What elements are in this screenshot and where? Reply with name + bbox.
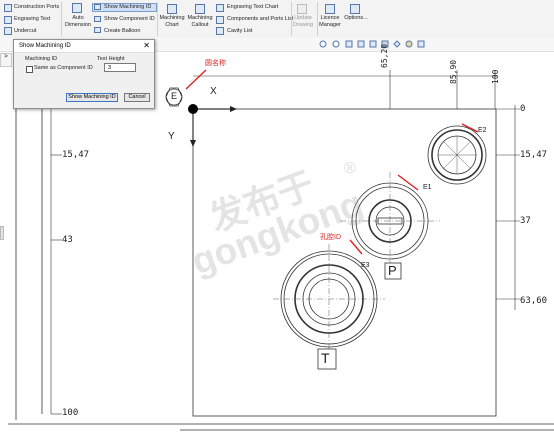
show-component-id-button[interactable]: Show Component ID xyxy=(104,16,155,23)
licence-manager-label-1[interactable]: Licence xyxy=(318,15,342,22)
panel-expand-tab[interactable]: > xyxy=(0,53,12,67)
x-axis-label: X xyxy=(210,86,217,97)
port-letter: P xyxy=(388,263,397,278)
panel-resize-handle[interactable] xyxy=(0,226,4,240)
create-balloon-icon xyxy=(94,27,101,33)
machining-chart-label-1[interactable]: Machining xyxy=(158,15,186,22)
close-icon[interactable]: ✕ xyxy=(143,41,150,50)
left-dim-label: 15,47 xyxy=(62,150,90,160)
previous-view-icon[interactable] xyxy=(345,40,353,48)
update-drawing-label-1: Update xyxy=(294,15,312,21)
round-name-annotation: 圆名称 xyxy=(205,60,226,67)
engraving-text-icon xyxy=(4,16,12,24)
origin-point xyxy=(188,104,198,114)
text-height-input[interactable]: 3 xyxy=(104,63,136,72)
machining-chart-icon xyxy=(167,4,177,14)
appearance-icon[interactable] xyxy=(405,40,413,48)
show-machining-id-button[interactable]: Show Machining ID xyxy=(66,93,118,102)
top-dim-label: 100 xyxy=(491,69,500,84)
datum-label: E xyxy=(171,91,178,101)
show-machining-id-button[interactable]: Show Machining ID xyxy=(104,4,151,11)
machining-callout-icon xyxy=(195,4,205,14)
undercut-button[interactable]: Undercut xyxy=(14,28,36,35)
cavity-list-button[interactable]: Cavity List xyxy=(227,28,252,35)
right-dim-label: 63,60 xyxy=(520,296,548,306)
right-dim-label: 37 xyxy=(520,216,531,226)
hole-e3[interactable] xyxy=(273,244,385,350)
machining-callout-label-1[interactable]: Machining xyxy=(186,15,214,22)
y-axis-label: Y xyxy=(168,131,175,142)
view-orientation-icon[interactable] xyxy=(369,40,377,48)
auto-dimension-icon xyxy=(72,3,82,13)
hide-show-icon[interactable] xyxy=(393,40,401,48)
right-dim-label: 15,47 xyxy=(520,150,548,160)
hole-e2[interactable] xyxy=(427,125,487,185)
y-axis-arrow xyxy=(190,140,196,147)
hole-id-label: E3 xyxy=(361,262,370,269)
machining-chart-label-2[interactable]: Chart xyxy=(158,22,186,29)
port-letter: T xyxy=(321,350,330,366)
x-axis-arrow xyxy=(230,106,237,112)
same-as-component-checkbox[interactable] xyxy=(26,66,33,73)
undercut-icon xyxy=(4,27,12,35)
show-machining-id-icon xyxy=(94,4,101,10)
scene-icon[interactable] xyxy=(417,40,425,48)
engraving-text-chart-icon xyxy=(216,4,224,12)
dialog-titlebar[interactable]: Show Machining ID ✕ xyxy=(14,40,154,53)
top-dim-label: 85,90 xyxy=(449,59,458,84)
components-ports-list-button[interactable]: Components and Ports List xyxy=(227,16,293,23)
engraving-text-button[interactable]: Engraving Text xyxy=(14,16,50,23)
section-view-icon[interactable] xyxy=(357,40,365,48)
construction-ports-icon xyxy=(4,4,12,12)
licence-manager-label-2[interactable]: Manager xyxy=(318,22,342,29)
top-dim-label: 65,20 xyxy=(380,43,389,68)
create-balloon-button[interactable]: Create Balloon xyxy=(104,28,140,35)
auto-dimension-label-1[interactable]: Auto xyxy=(64,15,92,22)
annotation-arrow xyxy=(185,69,207,90)
construction-ports-button[interactable]: Construction Ports xyxy=(14,4,59,11)
ribbon-toolbar: Construction Ports Engraving Text Underc… xyxy=(0,0,554,39)
engraving-text-chart-button[interactable]: Engraving Text Chart xyxy=(227,4,278,11)
zoom-to-fit-icon[interactable] xyxy=(319,40,327,48)
cavity-list-icon xyxy=(216,27,224,35)
machining-callout-label-2[interactable]: Callout xyxy=(186,22,214,29)
text-height-label: Text Height xyxy=(97,56,125,62)
licence-manager-icon xyxy=(325,4,335,14)
update-drawing-icon xyxy=(297,4,307,14)
update-drawing-label-2: Drawing xyxy=(292,22,314,28)
ribbon-separator xyxy=(61,2,62,36)
annotation-arrow xyxy=(349,239,363,255)
hole-id-label: E1 xyxy=(423,184,432,191)
right-dim-label: 0 xyxy=(520,104,526,114)
hole-id-label: E2 xyxy=(478,127,487,134)
cancel-button[interactable]: Cancel xyxy=(124,93,150,102)
machining-id-label: Machining ID xyxy=(25,56,58,62)
watermark-mark: ® xyxy=(344,160,356,177)
dialog-title: Show Machining ID xyxy=(19,43,71,49)
options-button[interactable]: Options... xyxy=(342,15,370,22)
left-dim-label: 43 xyxy=(62,235,73,245)
zoom-area-icon[interactable] xyxy=(332,40,340,48)
auto-dimension-label-2[interactable]: Dimension xyxy=(64,22,92,29)
show-component-id-icon xyxy=(94,16,101,22)
left-dim-label: 100 xyxy=(62,408,79,418)
options-icon xyxy=(350,4,360,14)
components-ports-list-icon xyxy=(216,16,224,24)
same-as-component-label[interactable]: Same as Component ID xyxy=(34,65,93,71)
